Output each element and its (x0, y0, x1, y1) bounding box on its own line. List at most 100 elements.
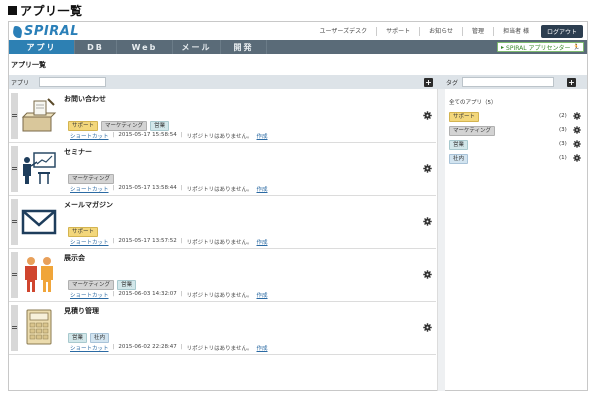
app-center-button[interactable]: ▸ SPIRAL アプリセンター 🏃 (497, 42, 584, 52)
user-name[interactable]: 担当者 様 (493, 27, 538, 36)
tag-search-input[interactable] (462, 77, 554, 87)
drag-handle[interactable] (11, 199, 18, 245)
tab-db[interactable]: DB (75, 40, 117, 54)
app-date: 2015-06-03 14:32:07 (118, 291, 177, 297)
app-tags: マーケティング 営業 (68, 280, 137, 290)
app-search-input[interactable] (39, 77, 106, 87)
gear-icon[interactable] (573, 126, 581, 134)
admin-link[interactable]: 管理 (462, 27, 493, 36)
tag-badge[interactable]: サポート (68, 121, 99, 131)
repo-status: リポジトリはありません。 (186, 187, 253, 193)
app-date: 2015-05-17 13:58:44 (118, 185, 177, 191)
repo-status: リポジトリはありません。 (186, 134, 253, 140)
create-link[interactable]: 作成 (257, 185, 268, 193)
inquiry-icon (21, 98, 57, 132)
separator: | (180, 132, 183, 138)
add-app-button[interactable]: + (424, 78, 433, 87)
tag-badge[interactable]: 営業 (150, 121, 170, 131)
gear-icon[interactable] (573, 140, 581, 148)
shortcut-link[interactable]: ショートカット (70, 238, 109, 246)
app-row: メールマガジン サポート ショートカット | 2015-05-17 13:57:… (9, 197, 436, 249)
app-name[interactable]: お問い合わせ (64, 94, 106, 104)
tab-web[interactable]: Web (117, 40, 173, 54)
page-heading: アプリ一覧 (8, 2, 83, 19)
gear-icon[interactable] (423, 323, 432, 332)
app-center-label: SPIRAL アプリセンター (506, 44, 571, 52)
tag-badge[interactable]: サポート (68, 227, 99, 237)
add-tag-button[interactable]: + (567, 78, 576, 87)
shortcut-link[interactable]: ショートカット (70, 185, 109, 193)
shortcut-link[interactable]: ショートカット (70, 132, 109, 140)
main-nav: アプリ DB Web メール 開発 ▸ SPIRAL アプリセンター 🏃 (9, 40, 587, 54)
spiral-logo[interactable]: SPIRAL (11, 24, 80, 39)
app-tags: サポート (68, 227, 99, 237)
tag-count: (2) (559, 113, 567, 119)
drag-handle[interactable] (11, 252, 18, 298)
gear-icon[interactable] (573, 154, 581, 162)
tag-badge[interactable]: 営業 (117, 280, 137, 290)
section-title: アプリ一覧 (11, 61, 46, 69)
page-heading-text: アプリ一覧 (20, 4, 83, 18)
tag-badge[interactable]: 営業 (68, 333, 88, 343)
tags-label: タグ (446, 80, 459, 87)
app-tags: 営業 社内 (68, 333, 110, 343)
header-links: ユーザーズデスク サポート お知らせ 管理 担当者 様 ログアウト (311, 25, 583, 38)
tab-mail[interactable]: メール (173, 40, 221, 54)
app-meta: ショートカット | 2015-05-17 15:58:54 | リポジトリはあり… (70, 132, 268, 140)
app-name[interactable]: メールマガジン (64, 200, 113, 210)
tag-badge[interactable]: 社内 (90, 333, 110, 343)
calculator-icon (26, 309, 52, 345)
create-link[interactable]: 作成 (257, 344, 268, 352)
drag-handle[interactable] (11, 93, 18, 139)
apps-label: アプリ (11, 80, 30, 87)
app-window: SPIRAL ユーザーズデスク サポート お知らせ 管理 担当者 様 ログアウト… (8, 21, 588, 391)
tag-count: (3) (559, 141, 567, 147)
exhibition-icon (25, 257, 53, 292)
tab-app[interactable]: アプリ (9, 40, 75, 54)
shortcut-link[interactable]: ショートカット (70, 344, 109, 352)
logout-button[interactable]: ログアウト (540, 25, 583, 38)
tag-badge[interactable]: 社内 (449, 154, 469, 164)
tag-badge[interactable]: サポート (449, 112, 480, 122)
app-meta: ショートカット | 2015-06-03 14:32:07 | リポジトリはあり… (70, 291, 268, 299)
support-link[interactable]: サポート (376, 27, 419, 36)
separator: | (112, 344, 115, 350)
app-tags: マーケティング (68, 174, 115, 184)
app-name[interactable]: 見積り管理 (64, 306, 99, 316)
shortcut-link[interactable]: ショートカット (70, 291, 109, 299)
drag-handle[interactable] (11, 146, 18, 192)
panel-divider (437, 89, 445, 391)
gear-icon[interactable] (423, 164, 432, 173)
spiral-logo-icon (11, 25, 24, 38)
users-desk-link[interactable]: ユーザーズデスク (311, 27, 377, 36)
gear-icon[interactable] (573, 112, 581, 120)
gear-icon[interactable] (423, 111, 432, 120)
tag-badge[interactable]: マーケティング (449, 126, 496, 136)
tag-badge[interactable]: マーケティング (101, 121, 148, 131)
app-name[interactable]: セミナー (64, 147, 92, 157)
create-link[interactable]: 作成 (257, 132, 268, 140)
create-link[interactable]: 作成 (257, 238, 268, 246)
app-name[interactable]: 展示会 (64, 253, 85, 263)
drag-handle[interactable] (11, 305, 18, 351)
runner-icon: 🏃 (572, 43, 580, 51)
seminar-icon (23, 152, 56, 184)
gear-icon[interactable] (423, 217, 432, 226)
gear-icon[interactable] (423, 270, 432, 279)
tag-badge[interactable]: マーケティング (68, 280, 115, 290)
mail-icon (21, 209, 57, 235)
separator: | (112, 238, 115, 244)
tag-count: (3) (559, 127, 567, 133)
app-row: 見積り管理 営業 社内 ショートカット | 2015-06-02 22:28:4… (9, 303, 436, 355)
tab-dev[interactable]: 開発 (221, 40, 267, 54)
separator: | (112, 291, 115, 297)
separator: | (180, 344, 183, 350)
app-tags: サポート マーケティング 営業 (68, 121, 170, 131)
create-link[interactable]: 作成 (257, 291, 268, 299)
tag-badge[interactable]: マーケティング (68, 174, 115, 184)
all-apps-link[interactable]: 全てのアプリ（5） (449, 98, 497, 106)
logo-text: SPIRAL (24, 24, 80, 39)
tag-badge[interactable]: 営業 (449, 140, 469, 150)
square-bullet-icon (8, 6, 17, 15)
notices-link[interactable]: お知らせ (419, 27, 462, 36)
